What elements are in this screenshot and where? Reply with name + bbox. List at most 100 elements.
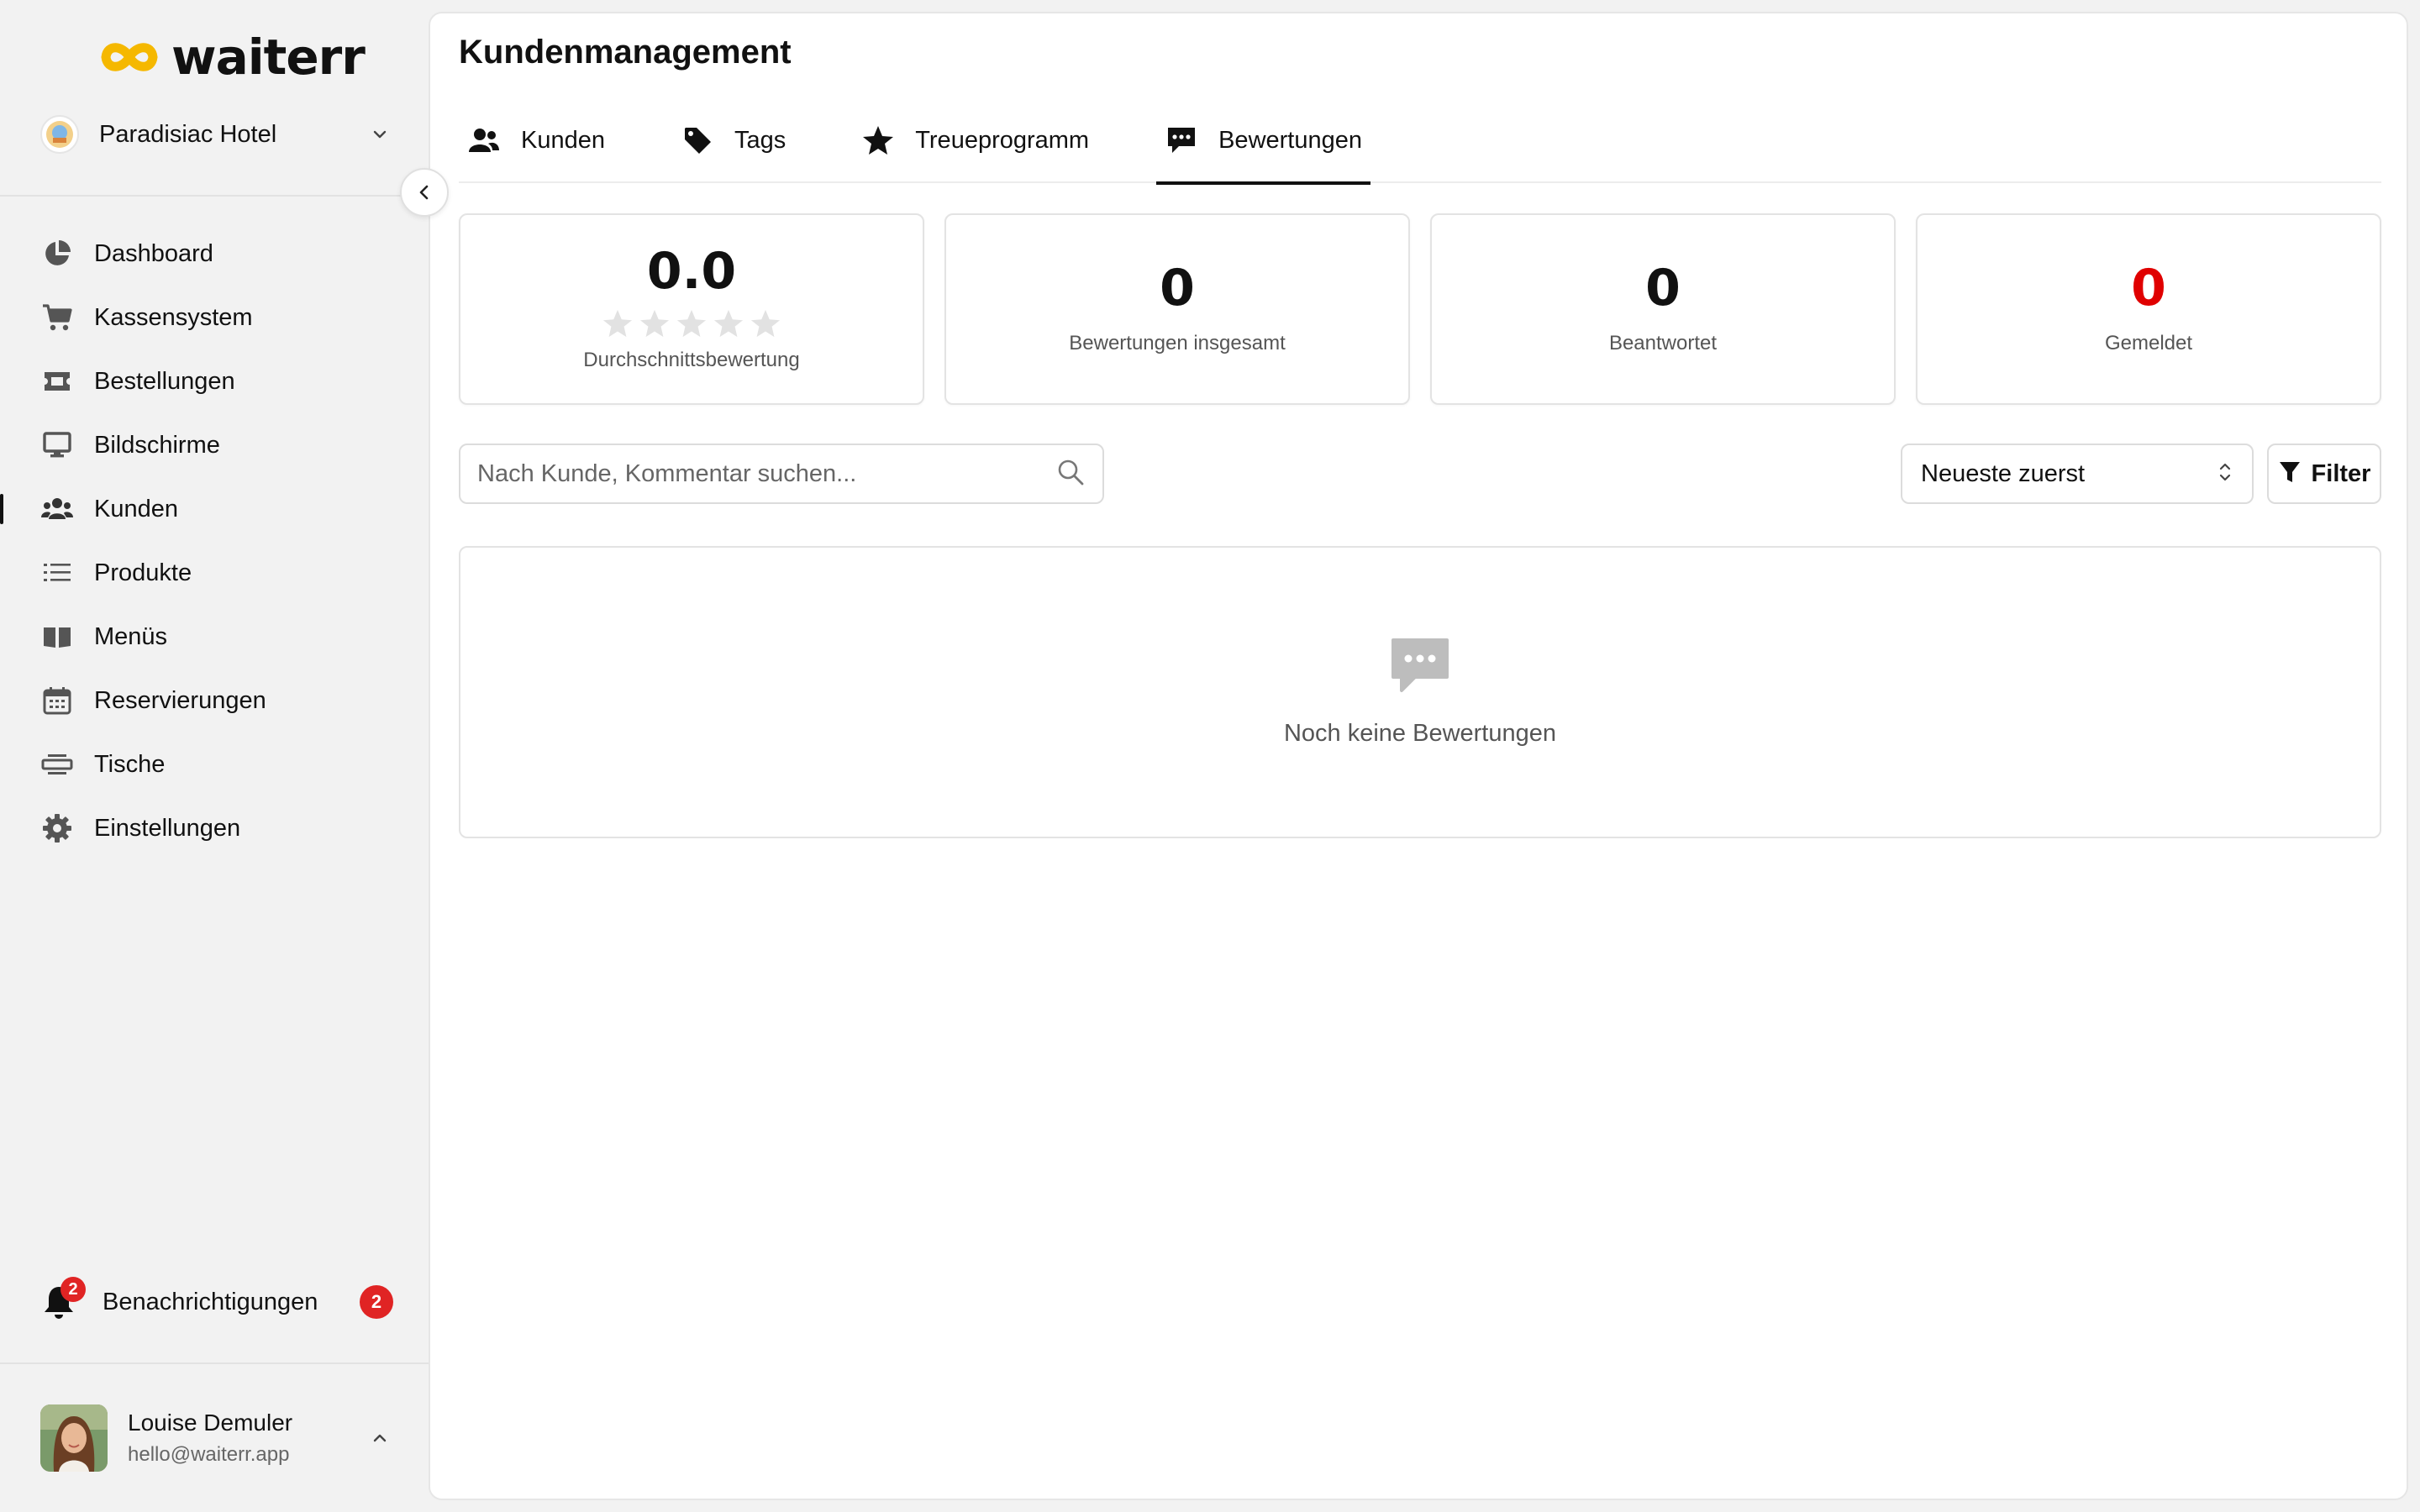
- ticket-icon: [40, 365, 74, 398]
- collapse-sidebar-button[interactable]: [400, 168, 449, 217]
- chevron-up-icon: [366, 1425, 393, 1452]
- users-icon: [40, 492, 74, 526]
- bell-icon: 2: [40, 1277, 86, 1320]
- stat-value: 0: [1160, 259, 1195, 318]
- tab-label: Tags: [734, 126, 786, 154]
- sidebar-item-reservierungen[interactable]: Reservierungen: [0, 669, 429, 732]
- sidebar-item-tische[interactable]: Tische: [0, 732, 429, 796]
- stat-label: Bewertungen insgesamt: [1069, 332, 1286, 354]
- stats-row: 0.0 Durchschnittsbewertung 0 Bewertungen…: [459, 213, 2381, 405]
- star-icon: [602, 309, 633, 338]
- stat-card-reported: 0 Gemeldet: [1916, 213, 2381, 405]
- venue-avatar: [40, 115, 79, 154]
- sidebar-item-label: Kassensystem: [94, 303, 253, 331]
- sidebar-item-label: Einstellungen: [94, 814, 241, 842]
- sidebar-divider: [0, 195, 429, 197]
- sidebar: waiterr Paradisiac Hotel Dashboard Kasse…: [0, 0, 429, 1512]
- tab-bar: Kunden Tags Treueprogramm Bewertungen: [459, 97, 2381, 185]
- cart-icon: [40, 301, 74, 334]
- avatar: [40, 1404, 108, 1472]
- star-icon: [750, 309, 781, 338]
- logo-text: waiterr: [171, 29, 366, 86]
- sort-select-value: Neueste zuerst: [1921, 459, 2086, 487]
- user-name: Louise Demuler: [128, 1410, 293, 1436]
- stat-value: 0: [2131, 259, 2166, 318]
- reviews-toolbar: Neueste zuerst Filter: [459, 444, 2381, 506]
- star-rating: [602, 308, 781, 339]
- tab-bewertungen[interactable]: Bewertungen: [1156, 97, 1370, 185]
- notifications-label: Benachrichtigungen: [103, 1288, 318, 1315]
- filter-label: Filter: [2311, 459, 2371, 487]
- notification-dot-badge: 2: [60, 1277, 86, 1302]
- tab-label: Treueprogramm: [915, 126, 1090, 154]
- stat-label: Beantwortet: [1608, 332, 1718, 354]
- tab-tags[interactable]: Tags: [672, 97, 794, 183]
- venue-name: Paradisiac Hotel: [99, 120, 277, 148]
- sidebar-nav: Dashboard Kassensystem Bestellungen Bild…: [0, 222, 429, 860]
- comment-icon: [1388, 637, 1452, 698]
- filter-button[interactable]: Filter: [2267, 444, 2381, 504]
- tab-treueprogramm[interactable]: Treueprogramm: [853, 97, 1097, 183]
- star-icon: [713, 309, 744, 338]
- logo-icon: [101, 43, 158, 71]
- sidebar-item-menus[interactable]: Menüs: [0, 605, 429, 669]
- reviews-empty-state: Noch keine Bewertungen: [459, 546, 2381, 838]
- sidebar-item-dashboard[interactable]: Dashboard: [0, 222, 429, 286]
- tag-icon: [681, 123, 714, 157]
- sidebar-item-label: Bestellungen: [94, 367, 235, 395]
- sidebar-divider: [0, 1362, 429, 1364]
- sidebar-item-bestellungen[interactable]: Bestellungen: [0, 349, 429, 413]
- calendar-icon: [40, 684, 74, 717]
- search-box: [459, 444, 1104, 504]
- stat-value: 0: [1645, 259, 1681, 318]
- search-icon[interactable]: [1055, 457, 1086, 491]
- sidebar-item-einstellungen[interactable]: Einstellungen: [0, 796, 429, 860]
- stat-card-answered: 0 Beantwortet: [1430, 213, 1896, 405]
- sidebar-item-bildschirme[interactable]: Bildschirme: [0, 413, 429, 477]
- venue-selector[interactable]: Paradisiac Hotel: [40, 109, 393, 160]
- sidebar-item-kunden[interactable]: Kunden: [0, 477, 429, 541]
- tab-kunden[interactable]: Kunden: [459, 97, 613, 183]
- search-input[interactable]: [477, 459, 1055, 488]
- chevron-up-down-icon: [2217, 459, 2233, 489]
- user-email: hello@waiterr.app: [128, 1443, 290, 1466]
- sidebar-item-produkte[interactable]: Produkte: [0, 541, 429, 605]
- list-icon: [40, 556, 74, 590]
- page-title: Kundenmanagement: [459, 34, 792, 71]
- sidebar-item-label: Dashboard: [94, 239, 213, 267]
- main-panel: Kundenmanagement Kunden Tags Treueprogra…: [429, 12, 2408, 1500]
- sidebar-item-label: Reservierungen: [94, 686, 266, 714]
- sort-select[interactable]: Neueste zuerst: [1901, 444, 2254, 504]
- chevron-down-icon: [366, 121, 393, 148]
- notifications-count-badge: 2: [360, 1285, 393, 1319]
- sidebar-item-label: Menüs: [94, 622, 168, 650]
- tab-label: Bewertungen: [1218, 126, 1362, 154]
- users-icon: [467, 123, 501, 157]
- sidebar-item-kassensystem[interactable]: Kassensystem: [0, 286, 429, 349]
- table-icon: [40, 748, 74, 781]
- stat-label: Gemeldet: [2104, 332, 2193, 354]
- sidebar-item-label: Bildschirme: [94, 431, 220, 459]
- monitor-icon: [40, 428, 74, 462]
- sidebar-item-label: Tische: [94, 750, 166, 778]
- logo[interactable]: waiterr: [99, 29, 366, 86]
- sidebar-item-label: Produkte: [94, 559, 192, 586]
- notifications-item[interactable]: 2 Benachrichtigungen 2: [40, 1277, 393, 1327]
- user-menu[interactable]: Louise Demuler hello@waiterr.app: [40, 1403, 393, 1473]
- star-icon: [861, 123, 895, 157]
- comment-icon: [1165, 123, 1198, 157]
- gear-icon: [40, 811, 74, 845]
- sidebar-item-label: Kunden: [94, 495, 178, 522]
- empty-state-text: Noch keine Bewertungen: [1283, 720, 1557, 747]
- tab-label: Kunden: [521, 126, 605, 154]
- chevron-left-icon: [419, 185, 429, 200]
- stat-value: 0.0: [646, 242, 737, 301]
- star-icon: [639, 309, 670, 338]
- pie-chart-icon: [40, 237, 74, 270]
- stat-label: Durchschnittsbewertung: [583, 349, 800, 371]
- stat-card-average-rating: 0.0 Durchschnittsbewertung: [459, 213, 924, 405]
- stat-card-total-reviews: 0 Bewertungen insgesamt: [944, 213, 1410, 405]
- book-icon: [40, 620, 74, 654]
- star-icon: [676, 309, 707, 338]
- filter-icon: [2278, 459, 2302, 489]
